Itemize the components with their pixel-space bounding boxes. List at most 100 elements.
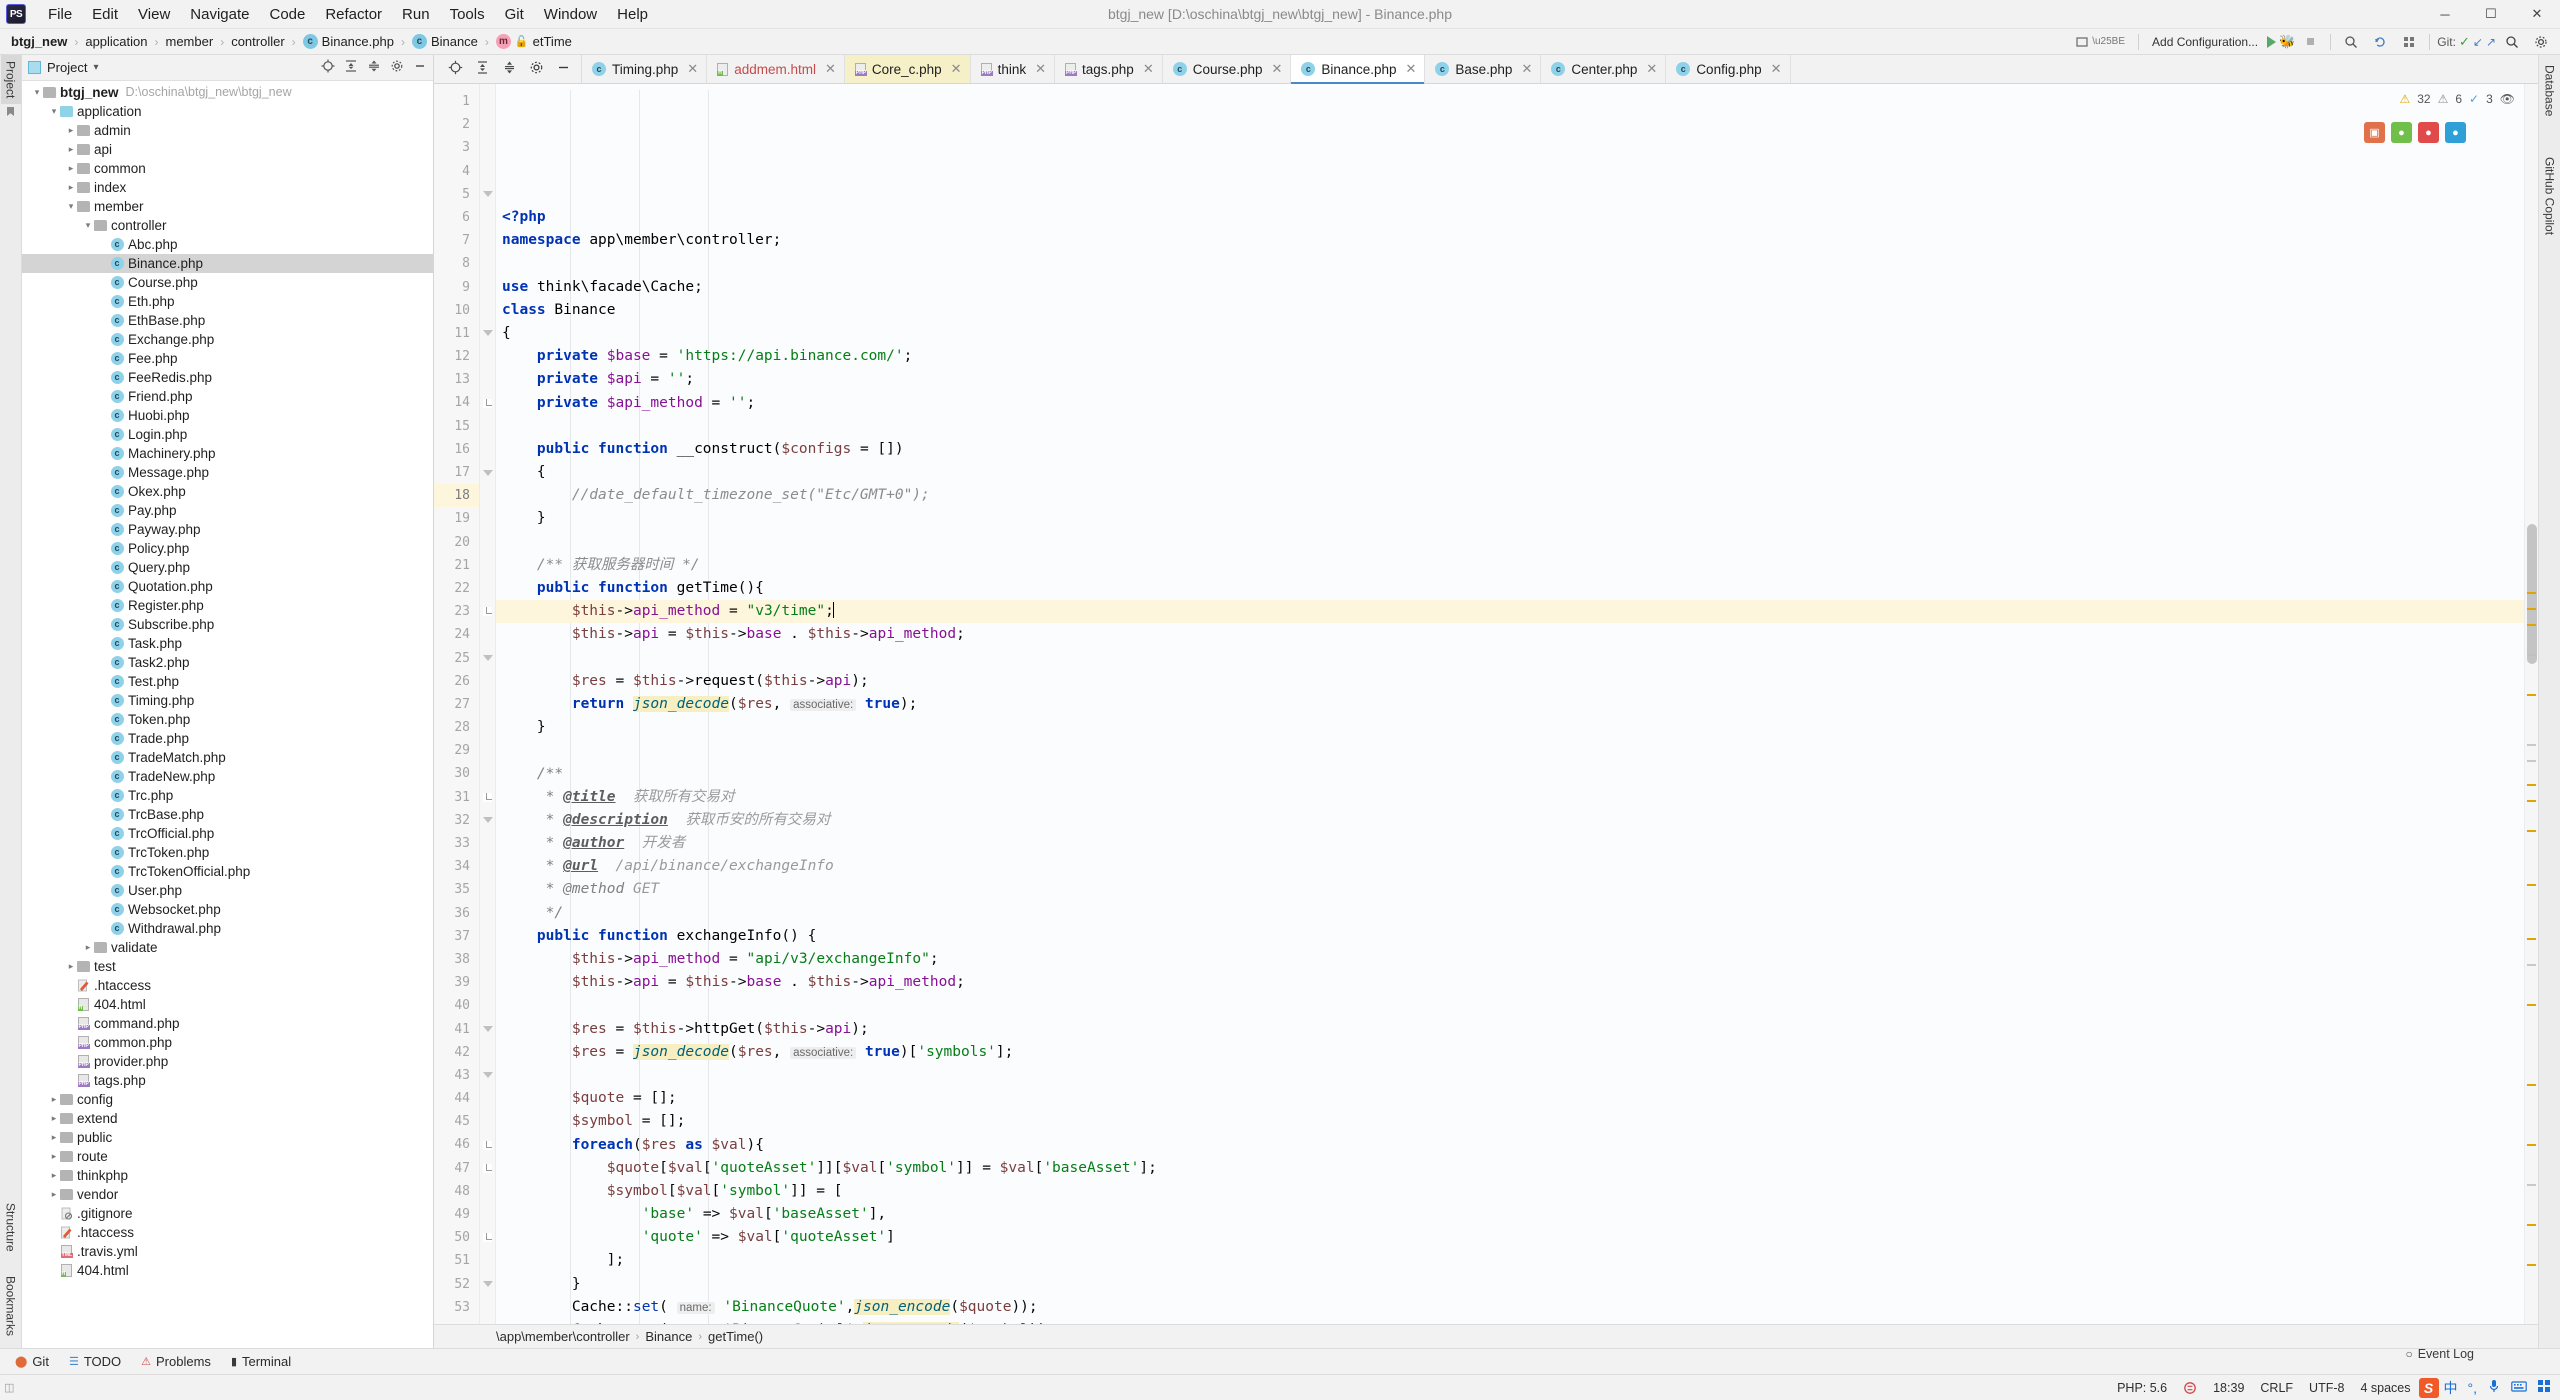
code-line[interactable]: 'quote' => $val['quoteAsset'] bbox=[496, 1226, 2524, 1249]
fold-marker-slot[interactable] bbox=[480, 1018, 495, 1041]
tree-item-login-php[interactable]: c Login.php bbox=[22, 425, 433, 444]
line-number[interactable]: 24 bbox=[434, 623, 479, 646]
close-tab-icon[interactable]: ✕ bbox=[1405, 61, 1416, 77]
close-tab-icon[interactable]: ✕ bbox=[1143, 61, 1154, 77]
chevron-down-icon[interactable] bbox=[83, 216, 93, 235]
line-number[interactable]: 12 bbox=[434, 345, 479, 368]
tree-item-trctokenofficial-php[interactable]: c TrcTokenOfficial.php bbox=[22, 862, 433, 881]
tree-item-trade-php[interactable]: c Trade.php bbox=[22, 729, 433, 748]
search-everywhere-icon[interactable] bbox=[2338, 33, 2364, 51]
bookmark-marker-icon[interactable] bbox=[2, 104, 20, 119]
ime-mode-icon[interactable]: 中 bbox=[2439, 1378, 2463, 1398]
code-line[interactable]: Cache::set( name: 'BinanceQuote',json_en… bbox=[496, 1296, 2524, 1319]
nav-crumb-member[interactable]: member bbox=[161, 33, 219, 50]
code-line[interactable]: Cache::set( name: 'BinanceSymbol',json_e… bbox=[496, 1319, 2524, 1324]
code-line[interactable]: } bbox=[496, 716, 2524, 739]
tree-item-quotation-php[interactable]: c Quotation.php bbox=[22, 577, 433, 596]
tree-item-admin[interactable]: admin bbox=[22, 121, 433, 140]
tree-item-binance-php[interactable]: c Binance.php bbox=[22, 254, 433, 273]
tree-item--gitignore[interactable]: .gitignore bbox=[22, 1204, 433, 1223]
tool-tab-github-copilot[interactable]: GitHub Copilot bbox=[2540, 151, 2560, 241]
bottom-tab-terminal[interactable]: ▮ Terminal bbox=[222, 1352, 300, 1371]
close-tab-icon[interactable]: ✕ bbox=[1272, 61, 1283, 77]
chevron-right-icon[interactable] bbox=[66, 957, 76, 976]
code-line[interactable] bbox=[496, 252, 2524, 275]
nav-crumb-binance[interactable]: c Binance bbox=[407, 33, 483, 50]
code-content[interactable]: <?php namespace app\member\controller; us… bbox=[496, 84, 2524, 1324]
close-tab-icon[interactable]: ✕ bbox=[1771, 61, 1782, 77]
chevron-right-icon[interactable] bbox=[66, 140, 76, 159]
fold-collapse-icon[interactable] bbox=[482, 330, 493, 337]
editor-tab-tags-php[interactable]: PHP tags.php ✕ bbox=[1055, 55, 1163, 83]
breadcrumb-class[interactable]: Binance bbox=[645, 1329, 692, 1344]
tree-item-test-php[interactable]: c Test.php bbox=[22, 672, 433, 691]
menu-edit[interactable]: Edit bbox=[82, 3, 128, 26]
line-number[interactable]: 11 bbox=[434, 322, 479, 345]
code-folding-column[interactable] bbox=[480, 84, 496, 1324]
editor-tab-course-php[interactable]: c Course.php ✕ bbox=[1162, 55, 1292, 83]
line-number[interactable]: 45 bbox=[434, 1110, 479, 1133]
code-line[interactable]: { bbox=[496, 461, 2524, 484]
tree-item-ethbase-php[interactable]: c EthBase.php bbox=[22, 311, 433, 330]
inspection-eye-icon[interactable]: 👁 bbox=[2500, 92, 2515, 106]
code-line[interactable]: public function getTime(){ bbox=[496, 577, 2524, 600]
line-number[interactable]: 30 bbox=[434, 762, 479, 785]
tree-item-command-php[interactable]: PHP command.php bbox=[22, 1014, 433, 1033]
line-number[interactable]: 36 bbox=[434, 902, 479, 925]
line-number[interactable]: 22 bbox=[434, 577, 479, 600]
menu-view[interactable]: View bbox=[128, 3, 180, 26]
tree-item-trc-php[interactable]: c Trc.php bbox=[22, 786, 433, 805]
editor-tab-think[interactable]: PHP think ✕ bbox=[970, 55, 1056, 83]
code-line[interactable] bbox=[496, 994, 2524, 1017]
line-number[interactable]: 47 bbox=[434, 1157, 479, 1180]
tree-item-controller[interactable]: controller bbox=[22, 216, 433, 235]
code-line[interactable] bbox=[496, 647, 2524, 670]
line-number[interactable]: 52 bbox=[434, 1273, 479, 1296]
line-number[interactable]: 20 bbox=[434, 531, 479, 554]
float-button-2-icon[interactable]: ● bbox=[2391, 122, 2412, 143]
code-line[interactable]: namespace app\member\controller; bbox=[496, 229, 2524, 252]
editor-breadcrumb[interactable]: \app\member\controller › Binance › getTi… bbox=[434, 1324, 2538, 1348]
tree-item--travis-yml[interactable]: YML .travis.yml bbox=[22, 1242, 433, 1261]
code-line[interactable]: public function exchangeInfo() { bbox=[496, 925, 2524, 948]
line-number[interactable]: 5 bbox=[434, 183, 479, 206]
line-number[interactable]: 26 bbox=[434, 670, 479, 693]
code-line[interactable]: private $api = ''; bbox=[496, 368, 2524, 391]
tree-item-test[interactable]: test bbox=[22, 957, 433, 976]
code-line[interactable]: private $api_method = ''; bbox=[496, 392, 2524, 415]
fold-collapse-icon[interactable] bbox=[482, 1026, 493, 1033]
code-line[interactable]: $symbol = []; bbox=[496, 1110, 2524, 1133]
inspection-widget[interactable]: ⚠ 32 ⚠ 6 ✓ 3 👁 bbox=[2394, 90, 2520, 108]
line-number[interactable]: 27 bbox=[434, 693, 479, 716]
tool-tab-bookmarks[interactable]: Bookmarks bbox=[1, 1270, 21, 1342]
tree-item-fee-php[interactable]: c Fee.php bbox=[22, 349, 433, 368]
tree-item--htaccess[interactable]: .htaccess bbox=[22, 1223, 433, 1242]
fold-marker-slot[interactable] bbox=[480, 647, 495, 670]
tree-item-okex-php[interactable]: c Okex.php bbox=[22, 482, 433, 501]
fold-end-icon[interactable] bbox=[483, 398, 492, 408]
tree-item-404-html[interactable]: H 404.html bbox=[22, 995, 433, 1014]
tree-item-tradematch-php[interactable]: c TradeMatch.php bbox=[22, 748, 433, 767]
fold-collapse-icon[interactable] bbox=[482, 191, 493, 198]
code-line[interactable]: } bbox=[496, 1273, 2524, 1296]
panel-settings-icon[interactable] bbox=[390, 59, 404, 76]
code-line[interactable]: class Binance bbox=[496, 299, 2524, 322]
tree-item-message-php[interactable]: c Message.php bbox=[22, 463, 433, 482]
tree-item-task2-php[interactable]: c Task2.php bbox=[22, 653, 433, 672]
fold-marker-slot[interactable] bbox=[480, 461, 495, 484]
tree-item-payway-php[interactable]: c Payway.php bbox=[22, 520, 433, 539]
code-line[interactable]: foreach($res as $val){ bbox=[496, 1134, 2524, 1157]
fold-end-icon[interactable] bbox=[483, 1233, 492, 1243]
fold-collapse-icon[interactable] bbox=[482, 1281, 493, 1288]
chevron-right-icon[interactable] bbox=[83, 938, 93, 957]
expand-tabs-icon[interactable] bbox=[475, 60, 490, 78]
indent-widget[interactable]: 4 spaces bbox=[2352, 1379, 2418, 1397]
tool-tab-database[interactable]: Database bbox=[2540, 59, 2560, 122]
php-version-widget[interactable]: PHP: 5.6 bbox=[2109, 1379, 2175, 1397]
code-line[interactable] bbox=[496, 531, 2524, 554]
tree-item-trcbase-php[interactable]: c TrcBase.php bbox=[22, 805, 433, 824]
line-number[interactable]: 21 bbox=[434, 554, 479, 577]
tree-item-timing-php[interactable]: c Timing.php bbox=[22, 691, 433, 710]
tree-item-exchange-php[interactable]: c Exchange.php bbox=[22, 330, 433, 349]
hide-editor-icon[interactable] bbox=[556, 60, 571, 78]
